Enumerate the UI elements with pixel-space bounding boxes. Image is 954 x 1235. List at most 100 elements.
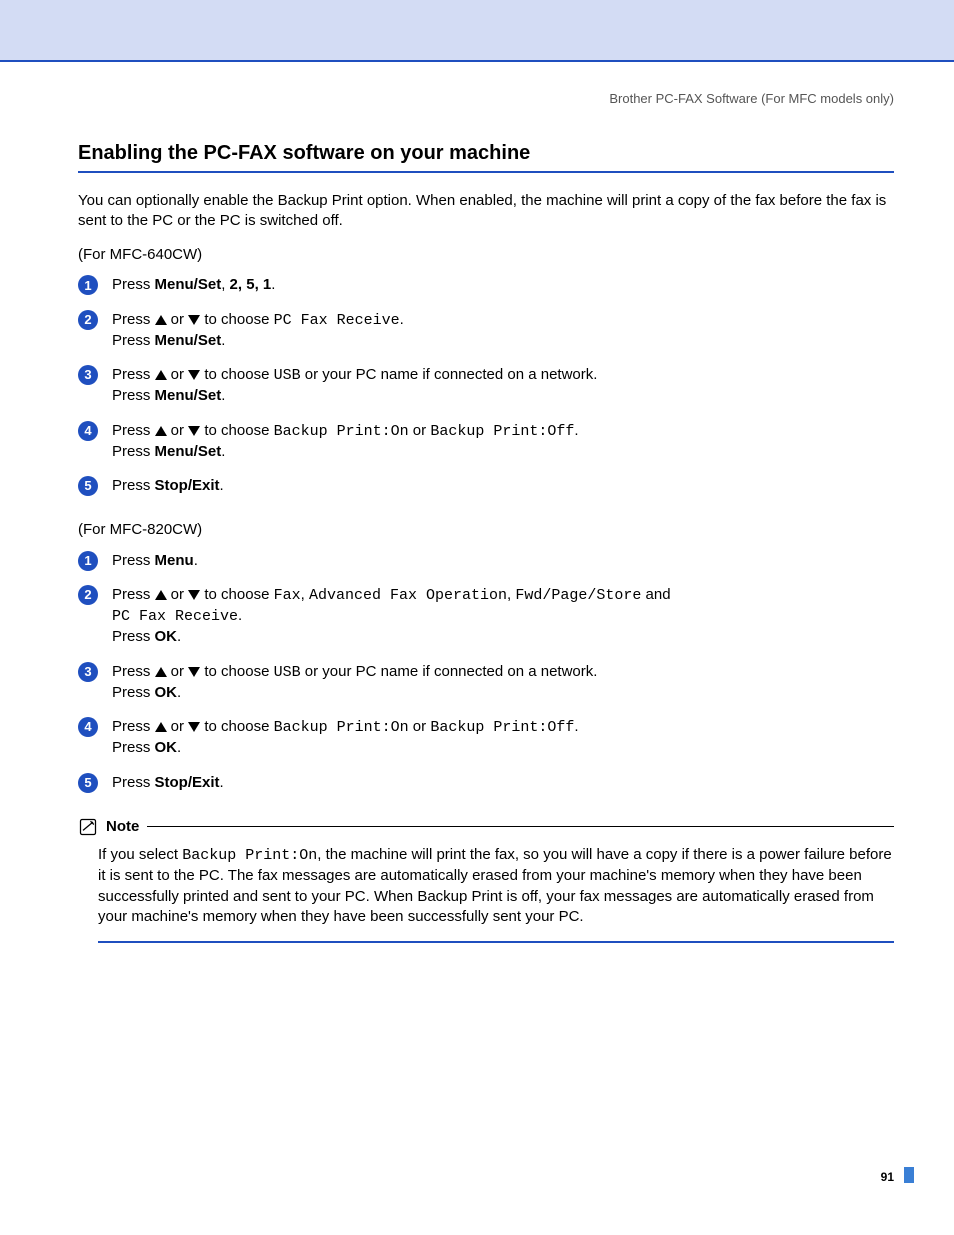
key: Menu: [155, 552, 194, 569]
key: 2, 5, 1: [230, 276, 272, 293]
down-arrow-icon: [188, 590, 200, 600]
text: or: [167, 422, 189, 439]
key: Stop/Exit: [155, 477, 220, 494]
text: or: [409, 718, 431, 735]
text: Press: [112, 477, 155, 494]
step-number-icon: 5: [78, 773, 98, 793]
up-arrow-icon: [155, 315, 167, 325]
page-number: 91: [881, 1169, 894, 1185]
note-rule: [147, 826, 894, 827]
text: .: [177, 628, 181, 645]
text: .: [220, 774, 224, 791]
intro-paragraph: You can optionally enable the Backup Pri…: [78, 191, 894, 232]
key: Menu/Set: [155, 276, 222, 293]
key: OK: [155, 739, 178, 756]
up-arrow-icon: [155, 590, 167, 600]
step-b5: 5 Press Stop/Exit.: [78, 773, 894, 807]
mono: Fax: [274, 587, 301, 604]
step-a3: 3 Press or to choose USB or your PC name…: [78, 365, 894, 421]
step-a5: 5 Press Stop/Exit.: [78, 476, 894, 510]
step-number-icon: 2: [78, 310, 98, 330]
running-header: Brother PC-FAX Software (For MFC models …: [78, 90, 894, 108]
text: or: [167, 586, 189, 603]
text: Press: [112, 387, 155, 404]
step-b2: 2 Press or to choose Fax, Advanced Fax O…: [78, 585, 894, 662]
up-arrow-icon: [155, 667, 167, 677]
mono: USB: [274, 367, 301, 384]
text: .: [221, 443, 225, 460]
down-arrow-icon: [188, 370, 200, 380]
note-heading: Note: [78, 817, 894, 837]
text: or: [167, 718, 189, 735]
up-arrow-icon: [155, 370, 167, 380]
text: .: [574, 422, 578, 439]
text: or: [409, 422, 431, 439]
text: Press: [112, 552, 155, 569]
key: Menu/Set: [155, 332, 222, 349]
text: .: [400, 311, 404, 328]
mono: Backup Print:Off: [430, 719, 574, 736]
text: If you select: [98, 846, 182, 863]
text: .: [271, 276, 275, 293]
text: Press: [112, 739, 155, 756]
step-b3: 3 Press or to choose USB or your PC name…: [78, 662, 894, 718]
note-title: Note: [106, 817, 139, 837]
text: and: [641, 586, 670, 603]
step-a1: 1 Press Menu/Set, 2, 5, 1.: [78, 275, 894, 309]
mono: Backup Print:On: [274, 719, 409, 736]
down-arrow-icon: [188, 667, 200, 677]
key: Menu/Set: [155, 443, 222, 460]
text: .: [177, 739, 181, 756]
text: Press: [112, 366, 155, 383]
step-a4: 4 Press or to choose Backup Print:On or …: [78, 421, 894, 477]
step-b4: 4 Press or to choose Backup Print:On or …: [78, 717, 894, 773]
text: Press: [112, 422, 155, 439]
text: .: [194, 552, 198, 569]
step-number-icon: 1: [78, 275, 98, 295]
text: Press: [112, 276, 155, 293]
step-number-icon: 4: [78, 717, 98, 737]
text: to choose: [200, 718, 273, 735]
mono: PC Fax Receive: [274, 312, 400, 329]
steps-b: 1 Press Menu. 2 Press or to choose Fax, …: [78, 551, 894, 807]
text: or: [167, 311, 189, 328]
key: OK: [155, 684, 178, 701]
down-arrow-icon: [188, 315, 200, 325]
down-arrow-icon: [188, 426, 200, 436]
text: or: [167, 366, 189, 383]
mono: Backup Print:On: [274, 423, 409, 440]
model-a-label: (For MFC-640CW): [78, 245, 894, 265]
step-number-icon: 3: [78, 662, 98, 682]
key: Menu/Set: [155, 387, 222, 404]
text: to choose: [200, 311, 273, 328]
key: OK: [155, 628, 178, 645]
text: .: [221, 332, 225, 349]
up-arrow-icon: [155, 722, 167, 732]
text: .: [238, 607, 242, 624]
mono: USB: [274, 664, 301, 681]
text: or your PC name if connected on a networ…: [301, 366, 598, 383]
text: to choose: [200, 663, 273, 680]
step-number-icon: 5: [78, 476, 98, 496]
key: Stop/Exit: [155, 774, 220, 791]
text: Press: [112, 586, 155, 603]
down-arrow-icon: [188, 722, 200, 732]
title-rule: [78, 171, 894, 173]
step-number-icon: 1: [78, 551, 98, 571]
text: or: [167, 663, 189, 680]
step-b1: 1 Press Menu.: [78, 551, 894, 585]
step-a2: 2 Press or to choose PC Fax Receive. Pre…: [78, 310, 894, 366]
text: to choose: [200, 586, 273, 603]
text: Press: [112, 684, 155, 701]
text: Press: [112, 628, 155, 645]
text: Press: [112, 311, 155, 328]
text: Press: [112, 663, 155, 680]
text: .: [220, 477, 224, 494]
mono: Backup Print:On: [182, 847, 317, 864]
text: .: [221, 387, 225, 404]
note-body: If you select Backup Print:On, the machi…: [98, 845, 894, 943]
mono: PC Fax Receive: [112, 608, 238, 625]
note-icon: [78, 817, 98, 837]
text: Press: [112, 332, 155, 349]
section-title: Enabling the PC-FAX software on your mac…: [78, 140, 894, 167]
